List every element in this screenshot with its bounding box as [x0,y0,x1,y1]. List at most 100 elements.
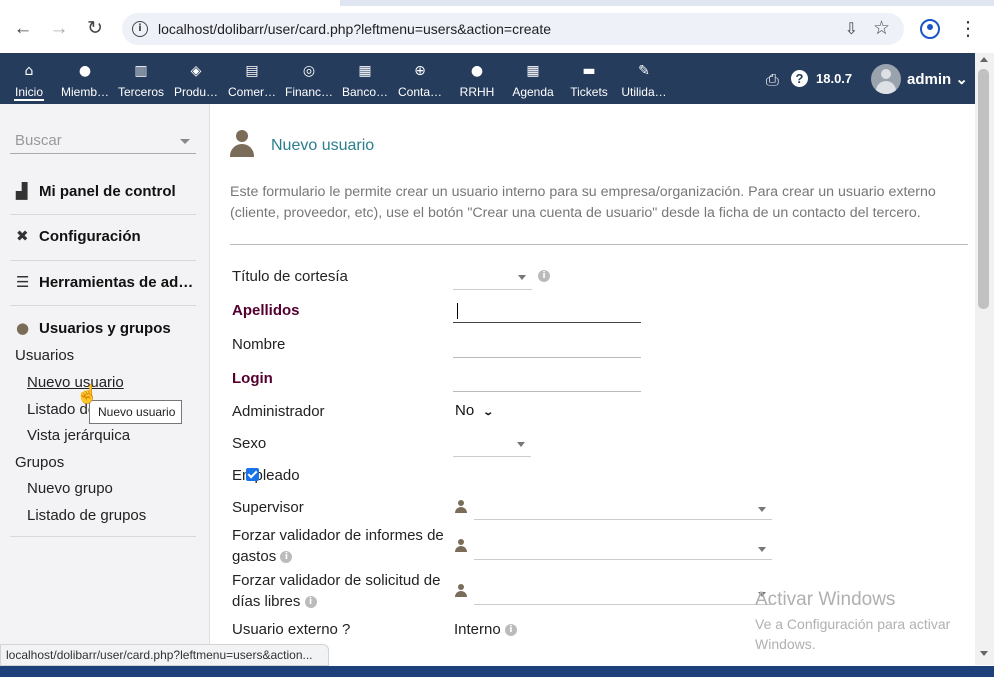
admin-select[interactable]: No ⌄ [455,402,494,419]
topmenu-item-comercial[interactable]: ▤ Comer… [224,53,280,104]
menu-title: Usuarios y grupos [39,320,171,337]
topmenu-item-contabilidad[interactable]: ⊕ Conta… [393,53,447,104]
empleado-checkbox[interactable] [246,468,259,481]
topmenu-label: Banco… [341,85,389,99]
active-tab[interactable] [0,0,340,6]
label-text: Forzar validador de informes de gastos [232,527,444,565]
titulo-select[interactable] [453,266,532,290]
tooltip: Nuevo usuario [89,400,182,424]
topmenu-label: Produ… [173,85,219,99]
sexo-select[interactable] [453,433,531,457]
kebab-menu-icon[interactable]: ⋮ [958,16,978,41]
topmenu-label: Comer… [227,85,276,99]
profile-icon[interactable] [920,19,940,39]
forward-icon[interactable]: → [48,18,70,40]
menu-config-link[interactable]: ✖ Configuración [16,227,141,245]
supervisor-select[interactable] [474,498,772,520]
login-input[interactable] [453,370,641,392]
coins-icon: ◎ [302,63,316,79]
text-caret [457,303,458,319]
avatar[interactable] [871,64,901,94]
page-scrollbar[interactable] [975,53,994,665]
back-icon[interactable]: ← [12,18,34,40]
main-content: Nuevo usuario Este formulario le permite… [210,104,975,644]
bookmark-star-icon[interactable]: ☆ [873,17,890,40]
topmenu-label: Miemb… [60,85,109,99]
chevron-down-icon [518,275,526,280]
tab-strip [0,0,994,6]
apellidos-input[interactable] [453,301,641,323]
wrench-icon: ✎ [638,63,650,79]
topmenu-item-financiera[interactable]: ◎ Financ… [281,53,337,104]
menu-title: Configuración [39,228,141,245]
topmenu-item-rrhh[interactable]: ● RRHH [452,53,502,104]
menu-group-list-link[interactable]: Listado de grupos [27,507,146,524]
topmenu-item-inicio[interactable]: ⌂ Inicio [0,53,58,104]
field-label-supervisor: Supervisor [232,499,304,516]
page-description: Este formulario le permite crear un usua… [230,184,936,221]
url-text[interactable]: localhost/dolibarr/user/card.php?leftmen… [158,21,551,37]
user-icon [455,584,467,597]
info-icon: i [538,270,550,282]
topmenu-item-tickets[interactable]: ▬ Tickets [563,53,615,104]
page-title: Nuevo usuario [271,137,375,154]
search-placeholder: Buscar [15,132,62,149]
topmenu-label: Inicio [14,85,43,99]
scroll-down-icon[interactable] [980,651,988,656]
field-label-apellidos: Apellidos [232,302,300,319]
field-label-forzar-gastos: Forzar validador de informes de gastos i [232,525,447,567]
topmenu-label: RRHH [459,85,495,99]
bank-icon: ▦ [358,63,372,79]
forzar-gastos-select[interactable] [474,538,772,560]
menu-dashboard-link[interactable]: ▟ Mi panel de control [16,182,176,200]
topmenu-item-miembros[interactable]: ● Miemb… [58,53,112,104]
topmenu-label: Conta… [397,85,443,99]
user-menu[interactable]: admin ⌄ [907,70,968,88]
scroll-up-icon[interactable] [980,57,988,62]
topmenu-item-productos[interactable]: ◈ Produ… [170,53,222,104]
menu-users-link[interactable]: Usuarios [15,347,74,364]
nombre-input[interactable] [453,336,641,358]
watermark-subtitle: Ve a Configuración para activar Windows. [755,616,951,652]
topmenu-item-agenda[interactable]: ▦ Agenda [506,53,560,104]
topmenu-label: Tickets [570,85,608,99]
menu-block-config: ✖ Configuración [10,215,196,261]
install-app-icon[interactable]: ⇩ [845,19,858,39]
username: admin [907,71,952,88]
reload-icon[interactable]: ↻ [84,18,106,40]
print-icon[interactable]: ⎙ [766,70,779,90]
menu-admin-tools-link[interactable]: ☰ Herramientas de ad… [16,273,193,291]
field-label-admin: Administrador [232,403,325,420]
user-icon: ● [16,319,30,337]
help-icon[interactable]: ? [791,70,808,87]
chevron-down-icon [758,507,766,512]
forzar-dias-select[interactable] [474,583,772,605]
search-dollar-icon: ⊕ [414,63,426,79]
search-select[interactable]: Buscar [10,130,196,154]
watermark-title: Activar Windows [755,589,896,610]
calendar-icon: ▦ [526,63,540,79]
menu-block-admin-tools: ☰ Herramientas de ad… [10,261,196,306]
field-label-forzar-dias: Forzar validador de solicitud de días li… [232,570,447,612]
topmenu-item-bancos[interactable]: ▦ Banco… [338,53,392,104]
server-icon: ☰ [16,273,30,291]
menu-groups-link[interactable]: Grupos [15,454,64,471]
cube-icon: ◈ [190,63,202,79]
topmenu-item-utilidades[interactable]: ✎ Utilida… [617,53,671,104]
address-bar[interactable]: i localhost/dolibarr/user/card.php?leftm… [122,13,904,45]
menu-hierarchy-link[interactable]: Vista jerárquica [27,427,130,444]
chevron-down-icon [758,547,766,552]
user-icon [230,130,254,158]
externo-value: Interno i [454,621,517,638]
topmenu-label: Terceros [117,85,164,99]
topmenu-item-terceros[interactable]: ▥ Terceros [112,53,170,104]
top-menu-bar: ⌂ Inicio ● Miemb… ▥ Terceros ◈ Produ… ▤ Comer… [0,53,975,104]
ticket-icon: ▬ [582,63,596,79]
scroll-thumb[interactable] [978,69,989,309]
tools-icon: ✖ [16,227,29,245]
menu-new-group-link[interactable]: Nuevo grupo [27,480,113,497]
menu-users-groups-link[interactable]: ● Usuarios y grupos [16,319,171,337]
status-bar-url: localhost/dolibarr/user/card.php?leftmen… [0,644,329,666]
home-icon: ⌂ [24,63,34,79]
site-info-icon[interactable]: i [132,21,148,37]
